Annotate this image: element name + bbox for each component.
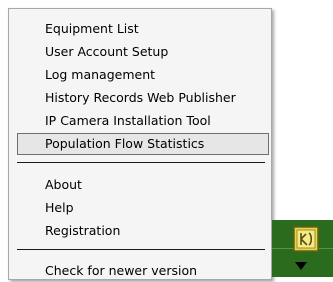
menu-item-help[interactable]: Help [17,197,269,219]
menu-item-history-records-web-publisher[interactable]: History Records Web Publisher [17,87,269,109]
menu-item-ip-camera-installation-tool[interactable]: IP Camera Installation Tool [17,110,269,132]
menu-item-population-flow-statistics[interactable]: Population Flow Statistics [17,133,269,155]
menu-item-check-for-newer-version[interactable]: Check for newer version [17,260,269,282]
menu-item-user-account-setup[interactable]: User Account Setup [17,41,269,63]
menu-item-about[interactable]: About [17,174,269,196]
menu-item-registration[interactable]: Registration [17,220,269,242]
menu-item-equipment-list[interactable]: Equipment List [17,18,269,40]
arrow-down-icon[interactable] [295,262,307,270]
menu-separator [17,249,265,250]
context-menu: Equipment List User Account Setup Log ma… [8,8,272,280]
menu-item-log-management[interactable]: Log management [17,64,269,86]
menu-separator [17,162,265,163]
app-tray-icon[interactable] [292,225,320,253]
